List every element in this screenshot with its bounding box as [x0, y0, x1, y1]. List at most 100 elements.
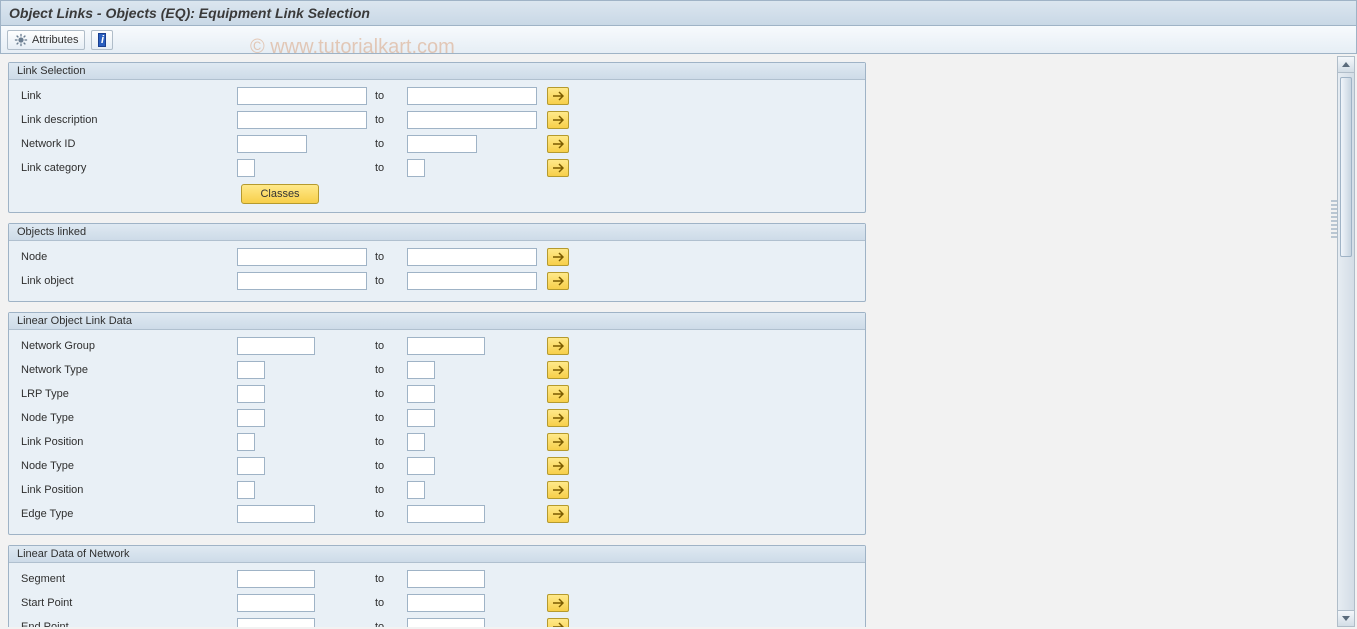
app-window: Object Links - Objects (EQ): Equipment L…: [0, 0, 1357, 629]
start-point-to[interactable]: [407, 594, 485, 612]
group-title: Linear Data of Network: [9, 546, 865, 563]
node-type2-from[interactable]: [237, 457, 265, 475]
link-object-to[interactable]: [407, 272, 537, 290]
to-label: to: [367, 364, 407, 376]
label-node: Node: [17, 251, 237, 263]
group-linear-network: Linear Data of Network Segment to Start …: [8, 545, 866, 627]
content-area: Link Selection Link to Link description …: [2, 56, 1333, 627]
to-label: to: [367, 597, 407, 609]
classes-button[interactable]: Classes: [241, 184, 319, 204]
node-from[interactable]: [237, 248, 367, 266]
to-label: to: [367, 138, 407, 150]
multiple-selection-button[interactable]: [547, 433, 569, 451]
node-type1-from[interactable]: [237, 409, 265, 427]
chevron-down-icon: [1342, 616, 1350, 621]
link-object-from[interactable]: [237, 272, 367, 290]
multiple-selection-button[interactable]: [547, 159, 569, 177]
group-link-selection: Link Selection Link to Link description …: [8, 62, 866, 213]
splitter-grip-icon[interactable]: [1331, 200, 1337, 240]
network-type-from[interactable]: [237, 361, 265, 379]
multiple-selection-button[interactable]: [547, 505, 569, 523]
lrp-type-from[interactable]: [237, 385, 265, 403]
multiple-selection-button[interactable]: [547, 337, 569, 355]
attributes-button[interactable]: Attributes: [7, 30, 85, 50]
network-id-to[interactable]: [407, 135, 477, 153]
multiple-selection-button[interactable]: [547, 135, 569, 153]
to-label: to: [367, 162, 407, 174]
start-point-from[interactable]: [237, 594, 315, 612]
group-title: Link Selection: [9, 63, 865, 80]
network-type-to[interactable]: [407, 361, 435, 379]
label-link-category: Link category: [17, 162, 237, 174]
attributes-label: Attributes: [32, 34, 78, 46]
network-id-from[interactable]: [237, 135, 307, 153]
group-linear-link-data: Linear Object Link Data Network Group to…: [8, 312, 866, 535]
scroll-down-button[interactable]: [1338, 610, 1354, 626]
link-pos1-from[interactable]: [237, 433, 255, 451]
to-label: to: [367, 436, 407, 448]
node-type1-to[interactable]: [407, 409, 435, 427]
scroll-thumb[interactable]: [1340, 77, 1352, 257]
link-from[interactable]: [237, 87, 367, 105]
multiple-selection-button[interactable]: [547, 87, 569, 105]
node-type2-to[interactable]: [407, 457, 435, 475]
link-desc-to[interactable]: [407, 111, 537, 129]
chevron-up-icon: [1342, 62, 1350, 67]
link-pos2-to[interactable]: [407, 481, 425, 499]
network-group-from[interactable]: [237, 337, 315, 355]
link-pos1-to[interactable]: [407, 433, 425, 451]
label-end-point: End Point: [17, 621, 237, 627]
to-label: to: [367, 621, 407, 627]
multiple-selection-button[interactable]: [547, 361, 569, 379]
edge-type-from[interactable]: [237, 505, 315, 523]
segment-from[interactable]: [237, 570, 315, 588]
page-title: Object Links - Objects (EQ): Equipment L…: [9, 5, 370, 21]
to-label: to: [367, 573, 407, 585]
vertical-scrollbar[interactable]: [1337, 56, 1355, 627]
label-start-point: Start Point: [17, 597, 237, 609]
label-link-desc: Link description: [17, 114, 237, 126]
network-group-to[interactable]: [407, 337, 485, 355]
multiple-selection-button[interactable]: [547, 248, 569, 266]
multiple-selection-button[interactable]: [547, 272, 569, 290]
node-to[interactable]: [407, 248, 537, 266]
link-pos2-from[interactable]: [237, 481, 255, 499]
link-to[interactable]: [407, 87, 537, 105]
to-label: to: [367, 340, 407, 352]
to-label: to: [367, 90, 407, 102]
link-desc-from[interactable]: [237, 111, 367, 129]
label-link: Link: [17, 90, 237, 102]
label-node-type: Node Type: [17, 460, 237, 472]
end-point-from[interactable]: [237, 618, 315, 627]
to-label: to: [367, 114, 407, 126]
link-category-to[interactable]: [407, 159, 425, 177]
end-point-to[interactable]: [407, 618, 485, 627]
label-segment: Segment: [17, 573, 237, 585]
group-objects-linked: Objects linked Node to Link object to: [8, 223, 866, 302]
multiple-selection-button[interactable]: [547, 594, 569, 612]
segment-to[interactable]: [407, 570, 485, 588]
group-title: Linear Object Link Data: [9, 313, 865, 330]
label-node-type: Node Type: [17, 412, 237, 424]
to-label: to: [367, 508, 407, 520]
info-icon: i: [98, 33, 106, 47]
label-network-group: Network Group: [17, 340, 237, 352]
scroll-up-button[interactable]: [1338, 57, 1354, 73]
multiple-selection-button[interactable]: [547, 385, 569, 403]
to-label: to: [367, 484, 407, 496]
link-category-from[interactable]: [237, 159, 255, 177]
to-label: to: [367, 460, 407, 472]
multiple-selection-button[interactable]: [547, 409, 569, 427]
to-label: to: [367, 251, 407, 263]
label-edge-type: Edge Type: [17, 508, 237, 520]
app-toolbar: Attributes i: [0, 26, 1357, 54]
form-scroll: Link Selection Link to Link description …: [2, 56, 872, 627]
multiple-selection-button[interactable]: [547, 111, 569, 129]
lrp-type-to[interactable]: [407, 385, 435, 403]
edge-type-to[interactable]: [407, 505, 485, 523]
multiple-selection-button[interactable]: [547, 457, 569, 475]
info-button[interactable]: i: [91, 30, 113, 50]
to-label: to: [367, 388, 407, 400]
multiple-selection-button[interactable]: [547, 481, 569, 499]
multiple-selection-button[interactable]: [547, 618, 569, 627]
